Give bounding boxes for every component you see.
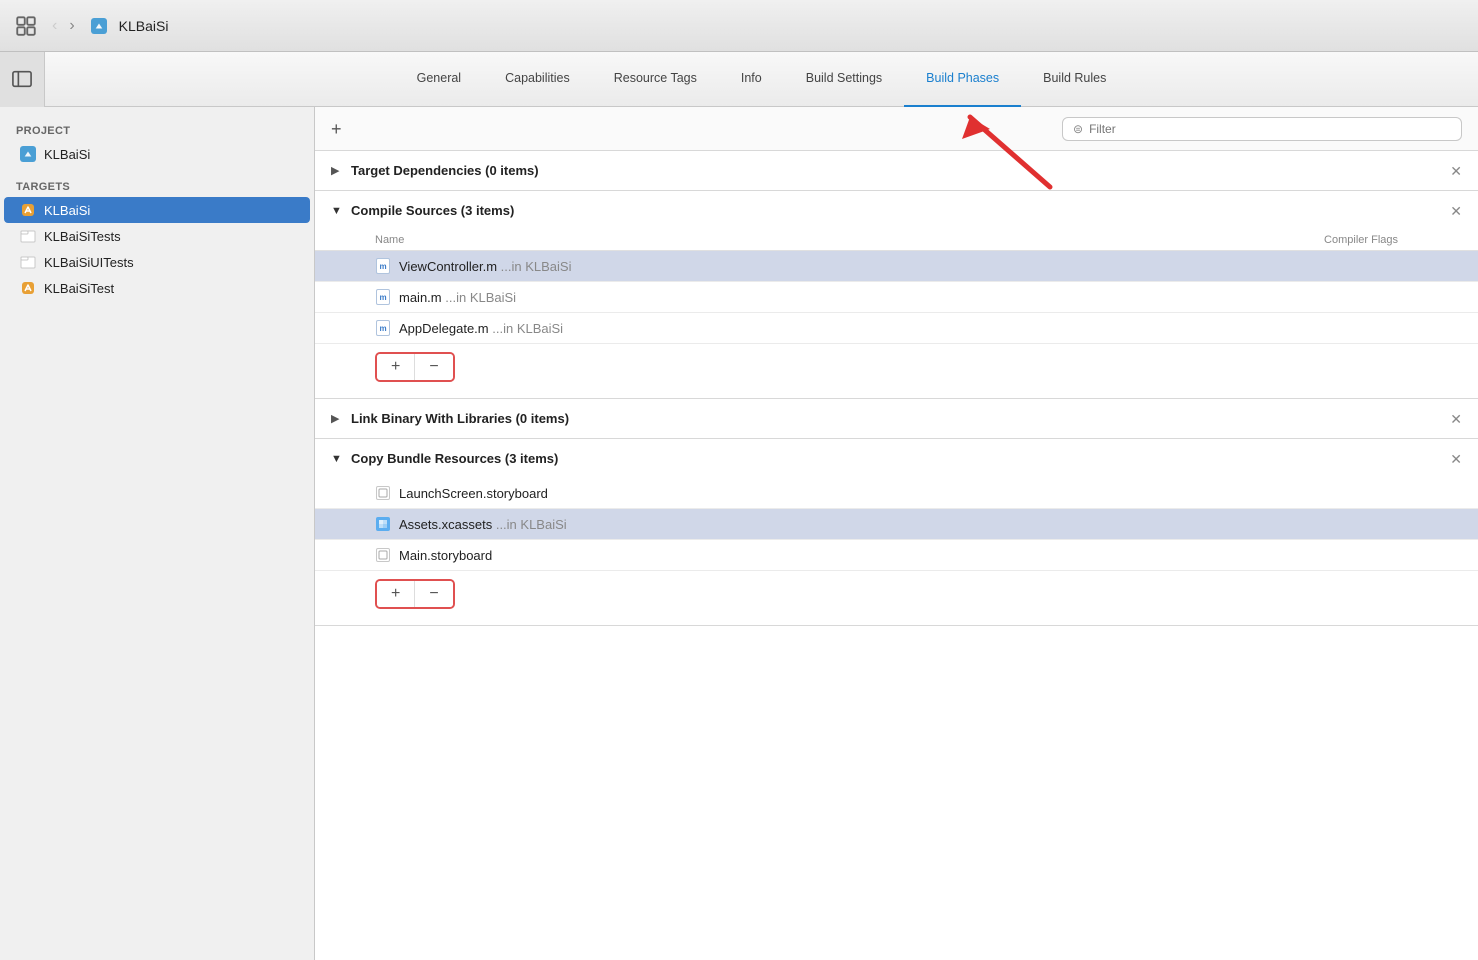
table-header-row: Name Compiler Flags <box>315 230 1478 251</box>
table-row[interactable]: m ViewController.m ...in KLBaiSi <box>315 251 1478 282</box>
copy-bundle-add-remove: + − <box>315 571 1478 617</box>
sidebar: PROJECT KLBaiSi TARGETS KLBaiS <box>0 107 315 960</box>
remove-bundle-resource-button[interactable]: − <box>415 581 452 607</box>
sidebar-item-klbaisi-tests[interactable]: KLBaiSiTests <box>4 223 310 249</box>
sidebar-item-project[interactable]: KLBaiSi <box>4 141 310 167</box>
row-name: Assets.xcassets ...in KLBaiSi <box>399 517 1418 532</box>
tabbar: General Capabilities Resource Tags Info … <box>0 52 1478 107</box>
chevron-down-icon: ▼ <box>331 205 343 217</box>
table-row[interactable]: m main.m ...in KLBaiSi <box>315 282 1478 313</box>
sidebar-item-klbaisi-uitests[interactable]: KLBaiSiUITests <box>4 249 310 275</box>
sidebar-target-uitests-label: KLBaiSiUITests <box>44 255 134 270</box>
add-compile-source-button[interactable]: + <box>377 354 415 380</box>
section-header-link-binary[interactable]: ▶ Link Binary With Libraries (0 items) ✕ <box>315 399 1478 438</box>
m-file-icon: m <box>375 289 391 305</box>
section-title-link-binary: Link Binary With Libraries (0 items) <box>351 411 569 426</box>
section-header-copy-bundle[interactable]: ▼ Copy Bundle Resources (3 items) ✕ <box>315 439 1478 478</box>
row-name: AppDelegate.m ...in KLBaiSi <box>399 321 1418 336</box>
compile-sources-table: Name Compiler Flags m ViewController.m .… <box>315 230 1478 398</box>
content-toolbar: + ⊜ <box>315 107 1478 151</box>
titlebar: ‹ › KLBaiSi <box>0 0 1478 52</box>
add-remove-btn-group: + − <box>375 352 455 382</box>
section-title-compile-sources: Compile Sources (3 items) <box>351 203 514 218</box>
storyboard-icon <box>375 485 391 501</box>
table-row[interactable]: Main.storyboard <box>315 540 1478 571</box>
section-close-copy-bundle[interactable]: ✕ <box>1450 452 1462 466</box>
assets-icon <box>375 516 391 532</box>
main-layout: PROJECT KLBaiSi TARGETS KLBaiS <box>0 107 1478 960</box>
forward-button[interactable]: › <box>65 15 78 37</box>
content-inner: ▶ Target Dependencies (0 items) ✕ ▼ Comp… <box>315 151 1478 960</box>
tab-build-phases[interactable]: Build Phases <box>904 52 1021 107</box>
copy-bundle-table: LaunchScreen.storyboard <box>315 478 1478 625</box>
sidebar-target-tests-label: KLBaiSiTests <box>44 229 121 244</box>
row-name: ViewController.m ...in KLBaiSi <box>399 259 1418 274</box>
add-bundle-resource-button[interactable]: + <box>377 581 415 607</box>
grid-icon <box>16 16 36 36</box>
sidebar-target-test-label: KLBaiSiTest <box>44 281 114 296</box>
targets-section-label: TARGETS <box>0 175 314 197</box>
project-file-icon <box>20 146 36 162</box>
target-app-icon <box>20 202 36 218</box>
tab-resource-tags[interactable]: Resource Tags <box>592 52 719 107</box>
project-icon <box>91 18 107 34</box>
table-row[interactable]: LaunchScreen.storyboard <box>315 478 1478 509</box>
section-title-target-dependencies: Target Dependencies (0 items) <box>351 163 539 178</box>
add-remove-btn-group-2: + − <box>375 579 455 609</box>
tab-build-rules[interactable]: Build Rules <box>1021 52 1128 107</box>
sidebar-target-klbaisi-label: KLBaiSi <box>44 203 90 218</box>
section-compile-sources: ▼ Compile Sources (3 items) ✕ Name Compi… <box>315 191 1478 399</box>
filter-box[interactable]: ⊜ <box>1062 117 1462 141</box>
uitest-folder-icon <box>20 254 36 270</box>
tab-build-settings[interactable]: Build Settings <box>784 52 904 107</box>
tab-general[interactable]: General <box>395 52 483 107</box>
section-title-copy-bundle: Copy Bundle Resources (3 items) <box>351 451 558 466</box>
sidebar-toggle-button[interactable] <box>0 52 45 107</box>
row-name: main.m ...in KLBaiSi <box>399 290 1418 305</box>
col-flags-header: Compiler Flags <box>1218 234 1418 246</box>
m-file-icon: m <box>375 258 391 274</box>
section-header-compile-sources[interactable]: ▼ Compile Sources (3 items) ✕ <box>315 191 1478 230</box>
target-app2-icon <box>20 280 36 296</box>
storyboard-icon-2 <box>375 547 391 563</box>
tab-capabilities[interactable]: Capabilities <box>483 52 592 107</box>
sidebar-item-klbaisi[interactable]: KLBaiSi <box>4 197 310 223</box>
back-button[interactable]: ‹ <box>48 15 61 37</box>
compile-sources-add-remove: + − <box>315 344 1478 390</box>
window-title: KLBaiSi <box>119 18 169 34</box>
section-target-dependencies: ▶ Target Dependencies (0 items) ✕ <box>315 151 1478 191</box>
section-close-link-binary[interactable]: ✕ <box>1450 412 1462 426</box>
tab-list: General Capabilities Resource Tags Info … <box>45 52 1478 107</box>
section-close-compile-sources[interactable]: ✕ <box>1450 204 1462 218</box>
project-section-label: PROJECT <box>0 119 314 141</box>
chevron-down-icon-2: ▼ <box>331 453 343 465</box>
test-folder-icon <box>20 228 36 244</box>
m-file-icon: m <box>375 320 391 336</box>
chevron-right-icon-2: ▶ <box>331 412 343 425</box>
project-item-label: KLBaiSi <box>44 147 90 162</box>
tab-info[interactable]: Info <box>719 52 784 107</box>
nav-buttons: ‹ › <box>48 15 79 37</box>
section-close-target-dependencies[interactable]: ✕ <box>1450 164 1462 178</box>
section-link-binary: ▶ Link Binary With Libraries (0 items) ✕ <box>315 399 1478 439</box>
filter-input[interactable] <box>1089 122 1451 136</box>
col-name-header: Name <box>375 234 1218 246</box>
sidebar-item-klbaisi-test[interactable]: KLBaiSiTest <box>4 275 310 301</box>
row-name: LaunchScreen.storyboard <box>399 486 1418 501</box>
table-row[interactable]: Assets.xcassets ...in KLBaiSi <box>315 509 1478 540</box>
section-copy-bundle: ▼ Copy Bundle Resources (3 items) ✕ <box>315 439 1478 626</box>
table-row[interactable]: m AppDelegate.m ...in KLBaiSi <box>315 313 1478 344</box>
add-phase-button[interactable]: + <box>331 120 342 138</box>
section-header-target-dependencies[interactable]: ▶ Target Dependencies (0 items) ✕ <box>315 151 1478 190</box>
row-name: Main.storyboard <box>399 548 1418 563</box>
filter-icon: ⊜ <box>1073 122 1083 136</box>
chevron-right-icon: ▶ <box>331 164 343 177</box>
remove-compile-source-button[interactable]: − <box>415 354 452 380</box>
content-area: + ⊜ ▶ Target Dependencies (0 items) ✕ ▼ … <box>315 107 1478 960</box>
